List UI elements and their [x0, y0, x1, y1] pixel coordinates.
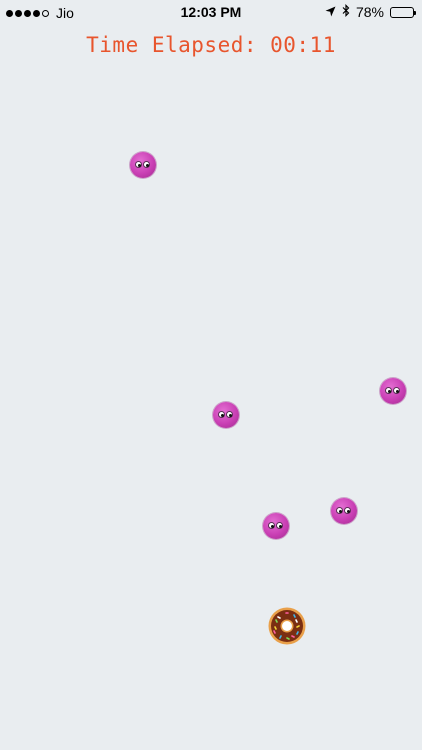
pink-blob-icon	[380, 378, 406, 404]
eye-icon	[135, 161, 142, 168]
eye-icon	[276, 522, 283, 529]
pink-blob-icon	[263, 513, 289, 539]
eye-icon	[268, 522, 275, 529]
eye-icon	[393, 387, 400, 394]
donut-icon[interactable]	[268, 607, 306, 645]
status-bar: Jio 12:03 PM 78%	[0, 0, 422, 26]
status-right-group: 78%	[325, 4, 416, 20]
bluetooth-icon	[342, 4, 350, 20]
battery-icon	[390, 6, 416, 18]
time-elapsed-label: Time Elapsed: 00:11	[86, 33, 336, 57]
battery-percent: 78%	[355, 4, 384, 20]
eye-icon	[385, 387, 392, 394]
eye-icon	[336, 507, 343, 514]
location-arrow-icon	[325, 4, 336, 20]
game-screen[interactable]: Jio 12:03 PM 78% Time Elapsed: 00:11	[0, 0, 422, 750]
eye-icon	[143, 161, 150, 168]
pink-blob-icon	[213, 402, 239, 428]
eye-icon	[344, 507, 351, 514]
pink-blob-icon	[331, 498, 357, 524]
pink-blob-icon	[130, 152, 156, 178]
eye-icon	[226, 411, 233, 418]
eye-icon	[218, 411, 225, 418]
